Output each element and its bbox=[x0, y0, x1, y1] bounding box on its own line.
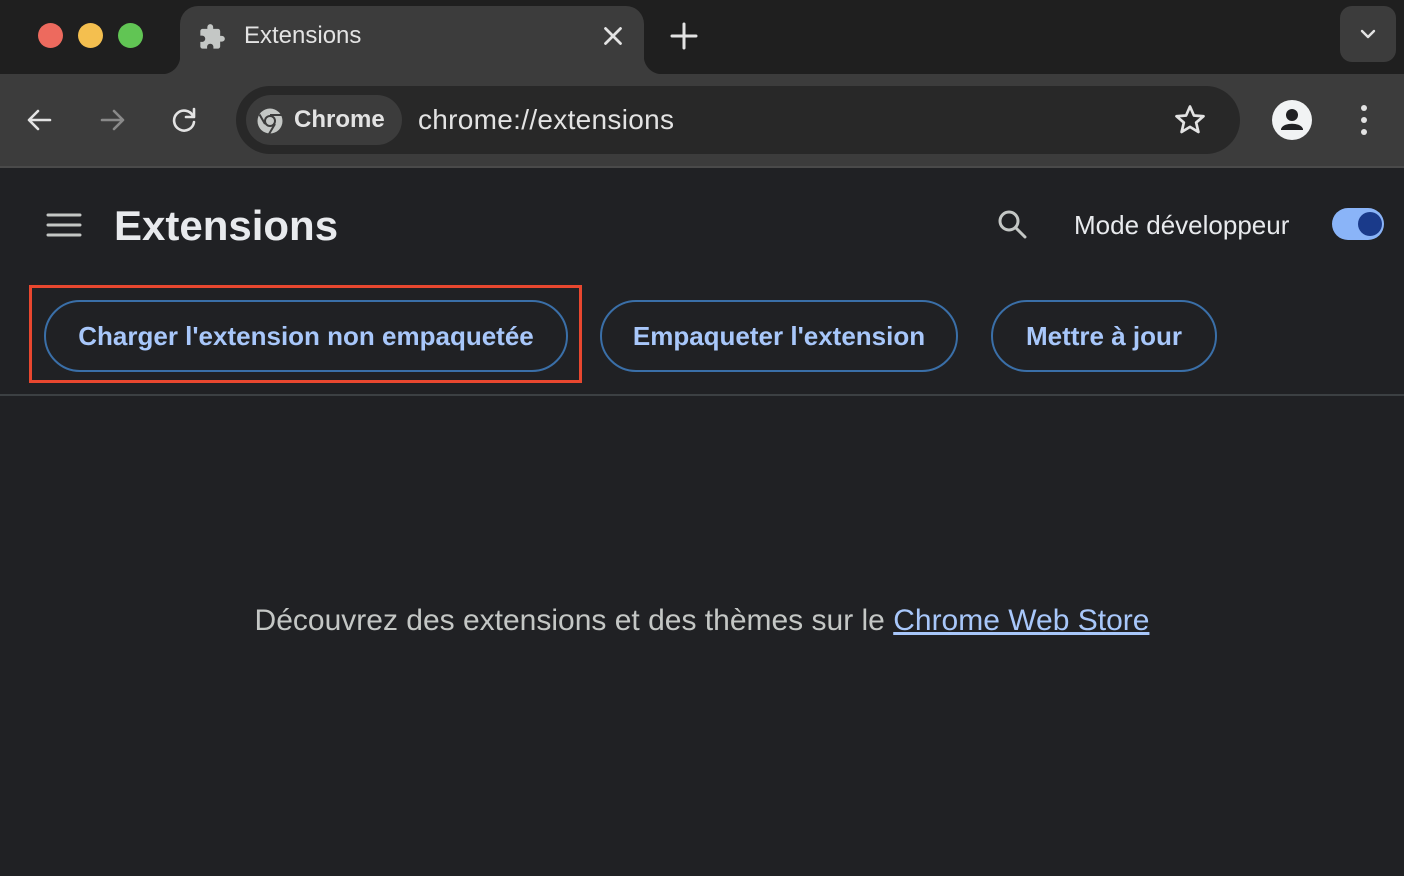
load-unpacked-button[interactable]: Charger l'extension non empaquetée bbox=[44, 300, 568, 372]
puzzle-icon bbox=[200, 24, 225, 49]
address-bar[interactable]: Chrome chrome://extensions bbox=[236, 86, 1240, 154]
tab-search-button[interactable] bbox=[1340, 6, 1396, 62]
url-text[interactable]: chrome://extensions bbox=[418, 104, 674, 136]
maximize-window-button[interactable] bbox=[118, 23, 143, 48]
tab-extensions[interactable]: Extensions bbox=[162, 6, 662, 74]
page-title: Extensions bbox=[114, 202, 339, 249]
close-icon[interactable] bbox=[598, 21, 628, 51]
discover-text: Découvrez des extensions et des thèmes s… bbox=[254, 604, 894, 637]
pack-extension-button[interactable]: Empaqueter l'extension bbox=[600, 300, 958, 372]
tab-strip: Extensions bbox=[0, 0, 1404, 74]
close-window-button[interactable] bbox=[38, 23, 63, 48]
update-button[interactable]: Mettre à jour bbox=[991, 300, 1217, 372]
chrome-logo-icon bbox=[257, 108, 283, 135]
divider bbox=[0, 394, 1404, 396]
back-arrow-icon[interactable] bbox=[18, 98, 62, 142]
forward-arrow-icon[interactable] bbox=[90, 98, 134, 142]
chrome-web-store-link[interactable]: Chrome Web Store bbox=[893, 604, 1149, 637]
site-chip-label: Chrome bbox=[294, 106, 385, 133]
hamburger-menu-icon[interactable] bbox=[44, 208, 84, 242]
browser-toolbar: Chrome chrome://extensions bbox=[0, 74, 1404, 168]
extensions-page: Extensions Mode développeur Charger l'ex… bbox=[0, 168, 1404, 876]
bookmark-star-icon[interactable] bbox=[1172, 102, 1208, 138]
reload-icon[interactable] bbox=[162, 98, 206, 142]
minimize-window-button[interactable] bbox=[78, 23, 103, 48]
tab-title: Extensions bbox=[244, 22, 362, 49]
new-tab-plus-icon[interactable] bbox=[666, 18, 702, 54]
developer-mode-label: Mode développeur bbox=[1074, 210, 1290, 240]
site-info-chip[interactable]: Chrome bbox=[246, 95, 402, 145]
search-icon[interactable] bbox=[992, 204, 1032, 244]
toggle-knob bbox=[1358, 212, 1382, 236]
developer-mode-toggle[interactable] bbox=[1332, 208, 1384, 240]
chevron-down-icon bbox=[1360, 29, 1376, 39]
more-vert-icon[interactable] bbox=[1344, 98, 1384, 142]
profile-avatar-icon[interactable] bbox=[1270, 98, 1314, 142]
discover-message: Découvrez des extensions et des thèmes s… bbox=[0, 604, 1404, 638]
